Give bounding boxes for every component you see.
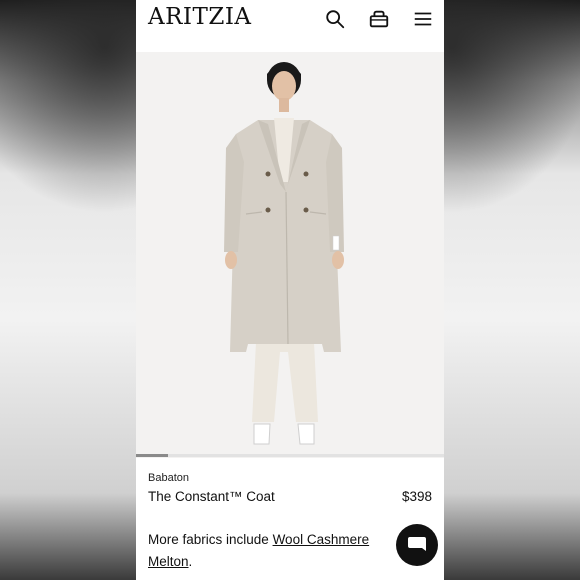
carousel-progress-bar (136, 454, 444, 457)
site-header: ARITZIA (136, 0, 444, 40)
chat-button[interactable] (396, 524, 438, 566)
phone-screen: ARITZIA Babaton The Constant™ Coat $398 … (136, 0, 444, 580)
more-fabrics-text: More fabrics include Wool Cashmere Melto… (148, 529, 398, 573)
product-price: $398 (401, 489, 432, 504)
chat-bubble-icon (408, 537, 426, 551)
product-name: The Constant™ Coat (148, 489, 275, 504)
more-fabrics-suffix: . (188, 554, 193, 569)
aritzia-logo[interactable]: ARITZIA (148, 4, 252, 30)
melton-link[interactable]: Melton (148, 554, 189, 569)
wool-cashmere-link[interactable]: Wool Cashmere (273, 532, 370, 547)
more-fabrics-prefix: More fabrics include (148, 532, 273, 547)
product-image[interactable] (136, 52, 444, 458)
product-brand[interactable]: Babaton (148, 472, 189, 484)
carousel-progress-fill (136, 454, 168, 457)
search-icon[interactable] (324, 8, 346, 30)
hamburger-menu-icon[interactable] (412, 8, 434, 30)
bag-icon[interactable] (368, 8, 390, 30)
